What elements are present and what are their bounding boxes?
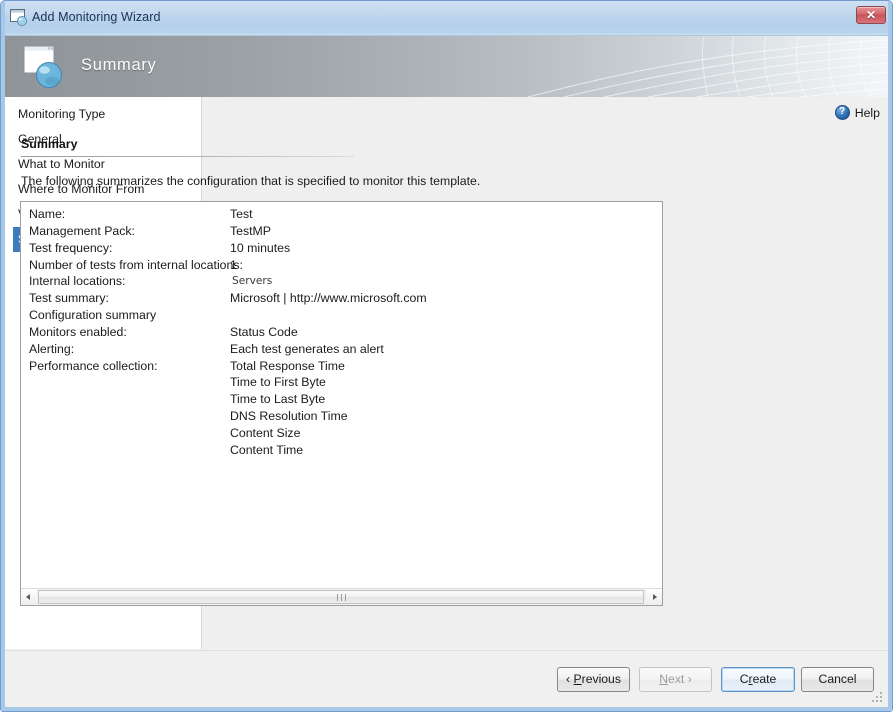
summary-row-label: Test frequency: — [29, 240, 113, 255]
summary-row: Time to First Byte — [29, 375, 662, 392]
close-icon: ✕ — [865, 8, 877, 22]
next-button-label: Next › — [659, 672, 692, 686]
summary-row-value: 10 minutes — [230, 240, 291, 255]
summary-row: Management Pack: TestMP — [29, 224, 662, 241]
sidebar-item-monitoring-type[interactable]: Monitoring Type — [13, 102, 193, 127]
scrollbar-grip-icon — [337, 594, 346, 601]
horizontal-scrollbar[interactable] — [21, 588, 662, 605]
summary-row: Monitors enabled: Status Code — [29, 325, 662, 342]
summary-row-label: Number of tests from internal locations: — [29, 257, 243, 272]
summary-row-value: Total Response Time — [230, 358, 345, 373]
summary-row-value: Content Size — [230, 425, 301, 440]
summary-row: Content Size — [29, 426, 662, 443]
section-divider — [21, 156, 354, 157]
cancel-button[interactable]: Cancel — [801, 667, 874, 692]
banner-title: Summary — [81, 56, 157, 74]
page-title: Summary — [21, 137, 78, 151]
summary-row-value: Microsoft | http://www.microsoft.com — [230, 291, 427, 306]
wizard-window-icon — [10, 9, 27, 26]
create-button-label: Create — [739, 672, 777, 686]
summary-row: Name: Test — [29, 207, 662, 224]
summary-row: Time to Last Byte — [29, 392, 662, 409]
wizard-globe-icon — [23, 45, 62, 88]
previous-button[interactable]: ‹ Previous — [557, 667, 630, 692]
sidebar-item-label: What to Monitor — [18, 157, 105, 171]
wizard-banner: Summary — [5, 36, 888, 97]
summary-row: Test frequency: 10 minutes — [29, 241, 662, 258]
cancel-button-label: Cancel — [818, 672, 857, 686]
next-button: Next › — [639, 667, 712, 692]
scrollbar-thumb[interactable] — [38, 590, 644, 604]
summary-row: Internal locations: Servers — [29, 274, 662, 291]
summary-row-value: Servers — [232, 275, 273, 288]
summary-row-value: Time to Last Byte — [230, 392, 326, 407]
summary-row-value: Each test generates an alert — [230, 341, 384, 356]
previous-button-label: ‹ Previous — [566, 672, 621, 686]
intro-text: The following summarizes the configurati… — [21, 174, 481, 188]
summary-row-value: Test — [230, 207, 253, 221]
summary-row-value: TestMP — [230, 223, 271, 238]
close-button[interactable]: ✕ — [856, 6, 886, 24]
resize-grip-icon[interactable] — [872, 692, 884, 704]
title-bar: Add Monitoring Wizard ✕ — [1, 1, 892, 36]
summary-row-label: Monitors enabled: — [29, 324, 127, 339]
summary-panel: Name: Test Management Pack: TestMP Test … — [20, 201, 663, 606]
summary-row: Number of tests from internal locations:… — [29, 258, 662, 275]
summary-row-value: Status Code — [230, 324, 298, 339]
summary-row-label: Performance collection: — [29, 358, 158, 373]
summary-row-value: DNS Resolution Time — [230, 409, 348, 424]
summary-row: Configuration summary — [29, 308, 662, 325]
summary-row-label: Management Pack: — [29, 223, 135, 238]
sidebar-item-label: Monitoring Type — [18, 107, 106, 121]
summary-row: Performance collection: Total Response T… — [29, 359, 662, 376]
scroll-left-icon[interactable] — [21, 589, 37, 605]
summary-row-label: Test summary: — [29, 291, 109, 306]
summary-row-label: Alerting: — [29, 341, 75, 356]
summary-row-label: Name: — [29, 207, 66, 221]
summary-row-label: Configuration summary — [29, 308, 157, 323]
help-link[interactable]: Help — [834, 105, 880, 120]
summary-row: Content Time — [29, 443, 662, 460]
summary-row: DNS Resolution Time — [29, 409, 662, 426]
summary-scroll-region: Name: Test Management Pack: TestMP Test … — [21, 202, 662, 587]
banner-mesh-decoration — [527, 36, 888, 97]
summary-row-value: Content Time — [230, 442, 304, 457]
help-label: Help — [854, 105, 880, 120]
summary-row: Alerting: Each test generates an alert — [29, 342, 662, 359]
window-title: Add Monitoring Wizard — [32, 10, 161, 24]
wizard-button-bar: ‹ Previous Next › Create Cancel — [5, 650, 888, 707]
add-monitoring-wizard-window: Add Monitoring Wizard ✕ Summary Monitori… — [0, 0, 893, 712]
help-question-icon — [834, 105, 850, 120]
summary-row-label: Internal locations: — [29, 274, 126, 289]
summary-row-value: 1 — [230, 257, 237, 272]
create-button[interactable]: Create — [721, 667, 795, 692]
scroll-right-icon[interactable] — [646, 589, 662, 605]
summary-row-value: Time to First Byte — [230, 375, 326, 390]
summary-row: Test summary: Microsoft | http://www.mic… — [29, 291, 662, 308]
